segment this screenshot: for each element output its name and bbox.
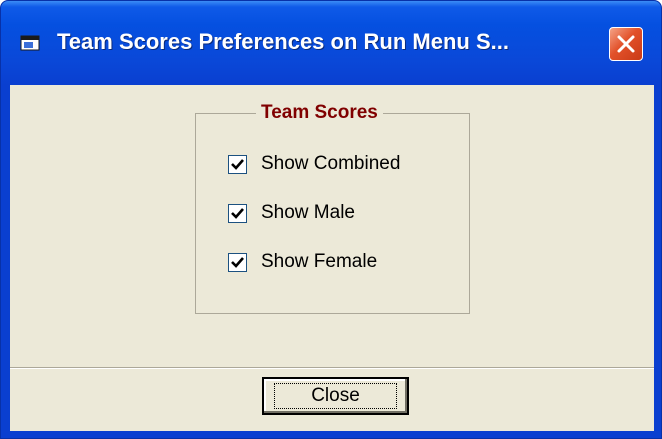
show-combined-option[interactable]: Show Combined	[228, 152, 400, 176]
team-scores-group: Team Scores Show Combined Show Male Show…	[195, 102, 470, 314]
show-female-option[interactable]: Show Female	[228, 250, 377, 274]
window-title: Team Scores Preferences on Run Menu S...	[57, 29, 509, 54]
dialog-window: Team Scores Preferences on Run Menu S...…	[0, 0, 662, 439]
group-legend: Team Scores	[256, 102, 383, 124]
dialog-client-area: Team Scores Show Combined Show Male Show…	[10, 85, 654, 431]
app-window-icon	[20, 34, 42, 54]
show-combined-checkbox[interactable]	[228, 154, 247, 174]
footer-separator	[10, 367, 654, 369]
checkmark-icon	[231, 207, 244, 219]
checkmark-icon	[231, 256, 244, 268]
show-female-checkbox[interactable]	[228, 252, 247, 272]
show-female-label[interactable]: Show Female	[261, 251, 377, 273]
show-male-option[interactable]: Show Male	[228, 201, 355, 225]
window-close-button[interactable]	[609, 27, 643, 61]
show-male-checkbox[interactable]	[228, 203, 247, 223]
close-icon	[617, 35, 635, 53]
show-male-label[interactable]: Show Male	[261, 202, 355, 224]
show-combined-label[interactable]: Show Combined	[261, 153, 400, 175]
title-bar[interactable]: Team Scores Preferences on Run Menu S...	[1, 1, 661, 85]
checkmark-icon	[231, 158, 244, 170]
close-button-label[interactable]: Close	[274, 383, 397, 409]
close-button[interactable]: Close	[262, 377, 409, 415]
